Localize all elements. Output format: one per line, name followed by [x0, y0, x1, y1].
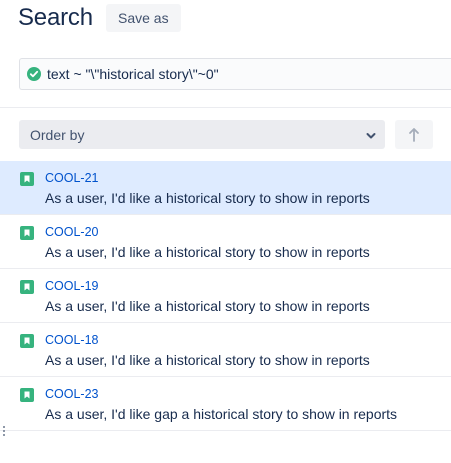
issue-summary: As a user, I'd like a historical story t… — [45, 352, 370, 368]
story-icon — [20, 172, 34, 186]
issue-key-link[interactable]: COOL-20 — [45, 225, 99, 239]
issue-summary: As a user, I'd like gap a historical sto… — [45, 406, 398, 422]
issue-key-link[interactable]: COOL-18 — [45, 333, 99, 347]
chevron-down-icon — [365, 129, 377, 141]
story-icon — [20, 334, 34, 348]
issue-results-list: COOL-21 As a user, I'd like a historical… — [0, 161, 451, 431]
jql-query-text: text ~ "\"historical story\"~0" — [47, 66, 219, 82]
issue-key-link[interactable]: COOL-19 — [45, 279, 99, 293]
sort-direction-button[interactable] — [395, 120, 433, 149]
arrow-up-icon — [409, 128, 419, 142]
order-by-select[interactable]: Order by — [19, 120, 385, 149]
check-circle-icon — [27, 67, 41, 81]
issue-key-link[interactable]: COOL-23 — [45, 387, 99, 401]
page-title: Search — [18, 4, 93, 31]
divider — [0, 107, 451, 108]
issue-key-link[interactable]: COOL-21 — [45, 171, 99, 185]
search-header: Search Save as — [0, 0, 451, 37]
issue-row[interactable]: COOL-21 As a user, I'd like a historical… — [0, 161, 451, 215]
issue-summary: As a user, I'd like a historical story t… — [45, 298, 370, 314]
issue-row[interactable]: COOL-20 As a user, I'd like a historical… — [0, 215, 451, 269]
order-by-label: Order by — [30, 127, 85, 143]
panel-resize-handle[interactable] — [3, 426, 6, 440]
issue-summary: As a user, I'd like a historical story t… — [45, 190, 370, 206]
story-icon — [20, 226, 34, 240]
issue-row[interactable]: COOL-18 As a user, I'd like a historical… — [0, 323, 451, 377]
jql-query-input[interactable]: text ~ "\"historical story\"~0" — [19, 58, 451, 90]
search-page: Search Save as text ~ "\"historical stor… — [0, 0, 451, 463]
issue-summary: As a user, I'd like a historical story t… — [45, 244, 370, 260]
story-icon — [20, 280, 34, 294]
story-icon — [20, 388, 34, 402]
issue-row[interactable]: COOL-19 As a user, I'd like a historical… — [0, 269, 451, 323]
issue-row[interactable]: COOL-23 As a user, I'd like gap a histor… — [0, 377, 451, 431]
save-as-button[interactable]: Save as — [106, 4, 181, 32]
